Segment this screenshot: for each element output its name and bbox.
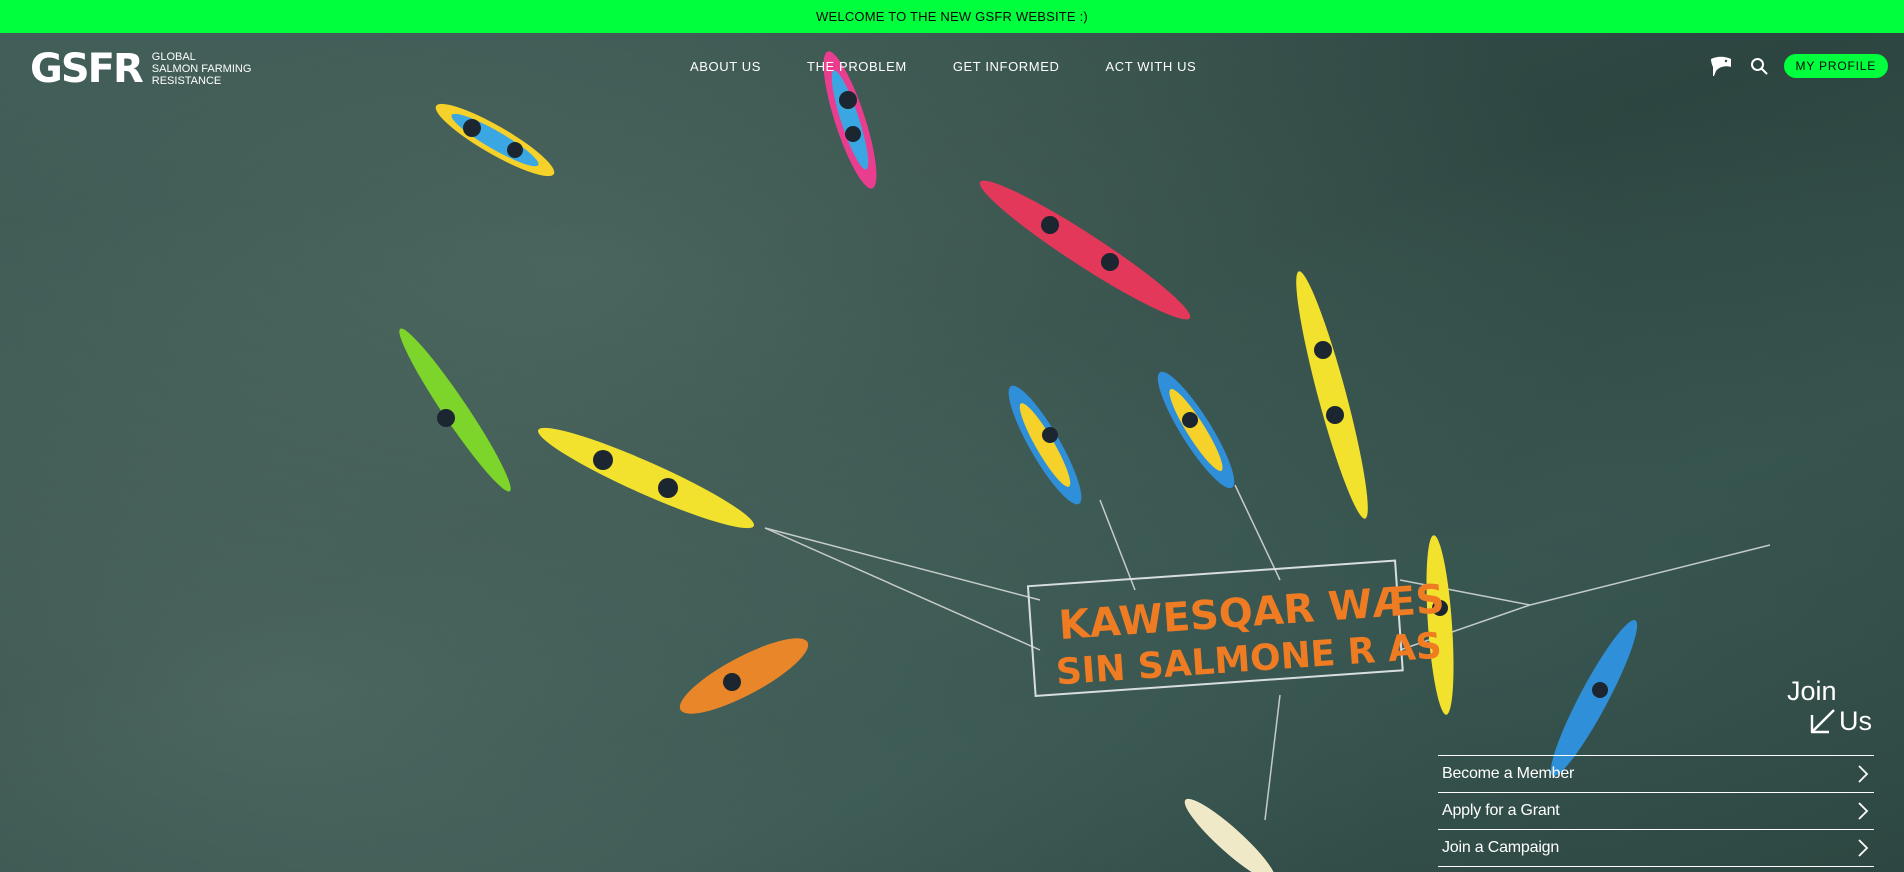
logo-mark: GSFR bbox=[30, 46, 144, 92]
chevron-right-icon bbox=[1858, 765, 1869, 783]
logo-tagline-line-2: SALMON FARMING bbox=[151, 63, 252, 75]
announcement-text: WELCOME TO THE NEW GSFR WEBSITE :) bbox=[816, 9, 1088, 24]
join-option-label: Join a Campaign bbox=[1442, 839, 1560, 856]
logo-tagline: GLOBAL SALMON FARMING RESISTANCE bbox=[152, 51, 252, 87]
join-heading-word-2: Us bbox=[1839, 706, 1872, 736]
fish-flag-icon[interactable] bbox=[1708, 53, 1734, 79]
hero-photo-kayaks: KAWESQAR WÆS SIN SALMONE R AS bbox=[399, 51, 1771, 872]
search-icon[interactable] bbox=[1746, 53, 1772, 79]
join-heading-line-2: Us bbox=[1787, 706, 1887, 736]
site-logo[interactable]: GSFR GLOBAL SALMON FARMING RESISTANCE bbox=[30, 49, 251, 89]
chevron-right-icon bbox=[1858, 839, 1869, 857]
logo-tagline-line-1: GLOBAL bbox=[151, 51, 196, 63]
join-us-heading: Join Us bbox=[1787, 676, 1887, 736]
site-header: GSFR GLOBAL SALMON FARMING RESISTANCE AB… bbox=[0, 33, 1904, 103]
join-options-list: Become a Member Apply for a Grant Join a… bbox=[1438, 755, 1874, 867]
join-option-join-campaign[interactable]: Join a Campaign bbox=[1438, 829, 1874, 867]
join-option-label: Apply for a Grant bbox=[1442, 802, 1560, 819]
announcement-bar: WELCOME TO THE NEW GSFR WEBSITE :) bbox=[0, 0, 1904, 33]
logo-tagline-line-3: RESISTANCE bbox=[151, 75, 222, 87]
join-option-become-member[interactable]: Become a Member bbox=[1438, 755, 1874, 792]
join-heading-word-1: Join bbox=[1787, 676, 1837, 706]
nav-item-get-informed[interactable]: GET INFORMED bbox=[953, 59, 1060, 74]
nav-item-the-problem[interactable]: THE PROBLEM bbox=[807, 59, 907, 74]
arrow-down-left-icon bbox=[1810, 709, 1835, 734]
join-option-apply-grant[interactable]: Apply for a Grant bbox=[1438, 792, 1874, 829]
join-option-label: Become a Member bbox=[1442, 765, 1575, 782]
main-nav: ABOUT US THE PROBLEM GET INFORMED ACT WI… bbox=[690, 59, 1242, 74]
header-actions: MY PROFILE bbox=[1708, 53, 1888, 79]
nav-item-act-with-us[interactable]: ACT WITH US bbox=[1105, 59, 1196, 74]
nav-item-about-us[interactable]: ABOUT US bbox=[690, 59, 761, 74]
chevron-right-icon bbox=[1858, 802, 1869, 820]
my-profile-button[interactable]: MY PROFILE bbox=[1783, 54, 1888, 78]
